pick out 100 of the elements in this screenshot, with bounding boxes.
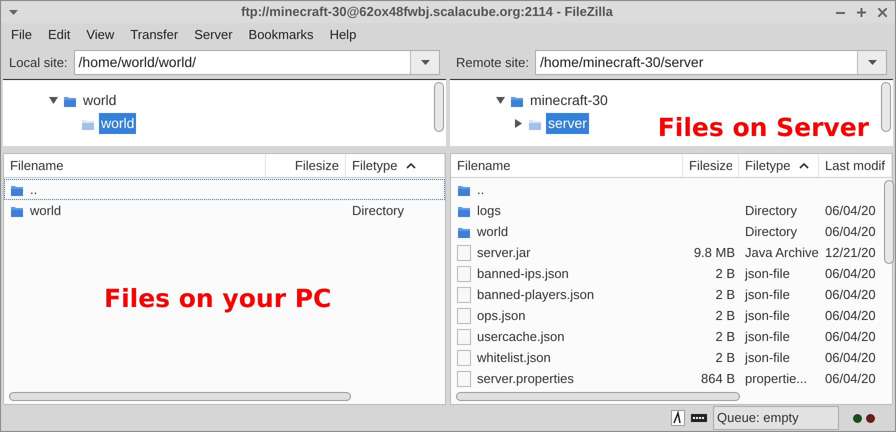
- tree-item[interactable]: world: [81, 90, 118, 111]
- table-cell-text: json-file: [745, 306, 790, 325]
- expand-arrow-icon[interactable]: [514, 119, 522, 128]
- table-cell-text: json-file: [745, 348, 790, 367]
- table-cell-text: json-file: [745, 328, 790, 346]
- column-header[interactable]: Filetype: [739, 154, 819, 177]
- table-cell-text: 2 B: [715, 264, 735, 283]
- table-cell-text: 864 B: [701, 370, 735, 388]
- collapse-arrow-icon[interactable]: [48, 96, 58, 105]
- table-cell-text: usercache.json: [477, 328, 564, 346]
- site-path-combobox[interactable]: /home/world/world/: [74, 50, 440, 75]
- window-menu-icon[interactable]: [9, 10, 18, 14]
- tree-item[interactable]: world: [99, 113, 136, 134]
- file-icon: [457, 350, 471, 366]
- table-cell-text: banned-players.json: [477, 286, 594, 304]
- site-label: Local site:: [9, 54, 68, 72]
- table-cell-text: 06/04/20: [825, 222, 876, 241]
- site-label: Remote site:: [456, 54, 529, 72]
- table-cell-text: 12/21/20: [825, 244, 876, 262]
- dropdown-icon: [420, 60, 430, 65]
- scrollbar-thumb[interactable]: [434, 82, 444, 132]
- table-cell-text: 2 B: [715, 306, 735, 325]
- file-row[interactable]: logs Directory 06/04/20: [451, 200, 882, 221]
- collapse-arrow-icon[interactable]: [496, 96, 504, 105]
- table-cell-text: ops.json: [477, 306, 526, 325]
- scrollbar-thumb[interactable]: [456, 392, 740, 400]
- tree-item[interactable]: server: [546, 113, 589, 134]
- table-cell-text: json-file: [745, 264, 790, 283]
- activity-light-icon: [853, 414, 862, 422]
- column-header[interactable]: Filename: [4, 154, 266, 177]
- menu-item[interactable]: Server: [186, 24, 241, 44]
- table-cell-text: server.jar: [477, 244, 530, 262]
- file-row[interactable]: world Directory: [4, 200, 445, 221]
- table-cell-text: 06/04/20: [825, 348, 876, 367]
- file-icon: [457, 244, 471, 260]
- activity-light-icon: [866, 414, 875, 422]
- table-cell-text: world: [30, 202, 62, 220]
- table-cell-text: 06/04/20: [825, 264, 876, 283]
- file-row[interactable]: world Directory 06/04/20: [451, 221, 882, 242]
- menu-item[interactable]: View: [78, 24, 122, 44]
- table-cell-text: propertie...: [745, 370, 808, 388]
- table-cell-text: 2 B: [715, 286, 735, 304]
- window-title: ftp://minecraft-30@62ox48fwbj.scalacube.org:2114 - FileZilla: [240, 3, 614, 22]
- sort-ascending-icon: [406, 162, 416, 168]
- table-cell-text: 2 B: [715, 348, 735, 367]
- table-cell-text: 06/04/20: [825, 306, 876, 325]
- font-icon[interactable]: [671, 410, 685, 426]
- site-path-combobox[interactable]: /home/minecraft-30/server: [534, 50, 887, 75]
- file-icon: [457, 266, 471, 282]
- file-icon: [457, 328, 471, 344]
- menu-item[interactable]: File: [3, 24, 40, 44]
- table-cell-text: server.properties: [477, 370, 574, 388]
- scrollbar-thumb[interactable]: [884, 180, 894, 264]
- table-cell-text: Java Archive: [745, 244, 819, 262]
- close-icon[interactable]: [878, 8, 887, 16]
- column-header[interactable]: Filesize: [266, 154, 346, 177]
- file-row[interactable]: ..: [4, 179, 445, 200]
- menu-item[interactable]: Help: [322, 24, 364, 44]
- table-cell-text: whitelist.json: [477, 348, 551, 367]
- table-cell-text: 06/04/20: [825, 286, 876, 304]
- table-cell-text: json-file: [745, 286, 790, 304]
- table-cell-text: 9.8 MB: [694, 244, 735, 262]
- sort-ascending-icon: [798, 162, 809, 168]
- menu-item[interactable]: Bookmarks: [240, 24, 322, 44]
- file-row[interactable]: banned-players.json 2 B json-file 06/04/20: [451, 284, 882, 305]
- speed-limit-icon[interactable]: [691, 414, 707, 422]
- scrollbar-thumb[interactable]: [881, 82, 891, 132]
- annotation-text: Files on your PC: [104, 286, 332, 311]
- table-cell-text: world: [477, 222, 508, 241]
- queue-status-field: Queue: empty: [713, 406, 839, 430]
- table-cell-text: Directory: [352, 202, 404, 220]
- file-row[interactable]: ..: [451, 179, 882, 200]
- file-row[interactable]: server.jar 9.8 MB Java Archive 12/21/20: [451, 242, 882, 263]
- table-cell-text: ..: [477, 180, 484, 199]
- file-row[interactable]: whitelist.json 2 B json-file 06/04/20: [451, 347, 882, 368]
- annotation-text: Files on Server: [658, 115, 869, 140]
- dropdown-icon: [868, 60, 876, 65]
- file-row[interactable]: server.properties 864 B propertie... 06/04/20: [451, 368, 882, 389]
- column-header[interactable]: Last modif: [819, 154, 892, 177]
- column-header[interactable]: Filename: [451, 154, 683, 177]
- table-cell-text: ..: [30, 180, 38, 199]
- column-header[interactable]: Filetype: [346, 154, 445, 177]
- table-cell-text: 06/04/20: [825, 328, 876, 346]
- table-cell-text: banned-ips.json: [477, 264, 569, 283]
- file-icon: [457, 370, 471, 386]
- table-cell-text: Directory: [745, 222, 798, 241]
- file-row[interactable]: banned-ips.json 2 B json-file 06/04/20: [451, 263, 882, 284]
- menu-item[interactable]: Transfer: [122, 24, 186, 44]
- scrollbar-thumb[interactable]: [9, 392, 351, 400]
- tree-item[interactable]: minecraft-30: [528, 90, 610, 111]
- file-icon: [457, 286, 471, 302]
- table-cell-text: logs: [477, 202, 501, 220]
- table-cell-text: 2 B: [715, 328, 735, 346]
- maximize-icon[interactable]: [857, 8, 866, 16]
- table-cell-text: 06/04/20: [825, 370, 876, 388]
- file-row[interactable]: ops.json 2 B json-file 06/04/20: [451, 305, 882, 326]
- table-cell-text: 06/04/20: [825, 202, 876, 220]
- menu-item[interactable]: Edit: [40, 24, 78, 44]
- table-cell-text: Directory: [745, 202, 798, 220]
- file-row[interactable]: usercache.json 2 B json-file 06/04/20: [451, 326, 882, 347]
